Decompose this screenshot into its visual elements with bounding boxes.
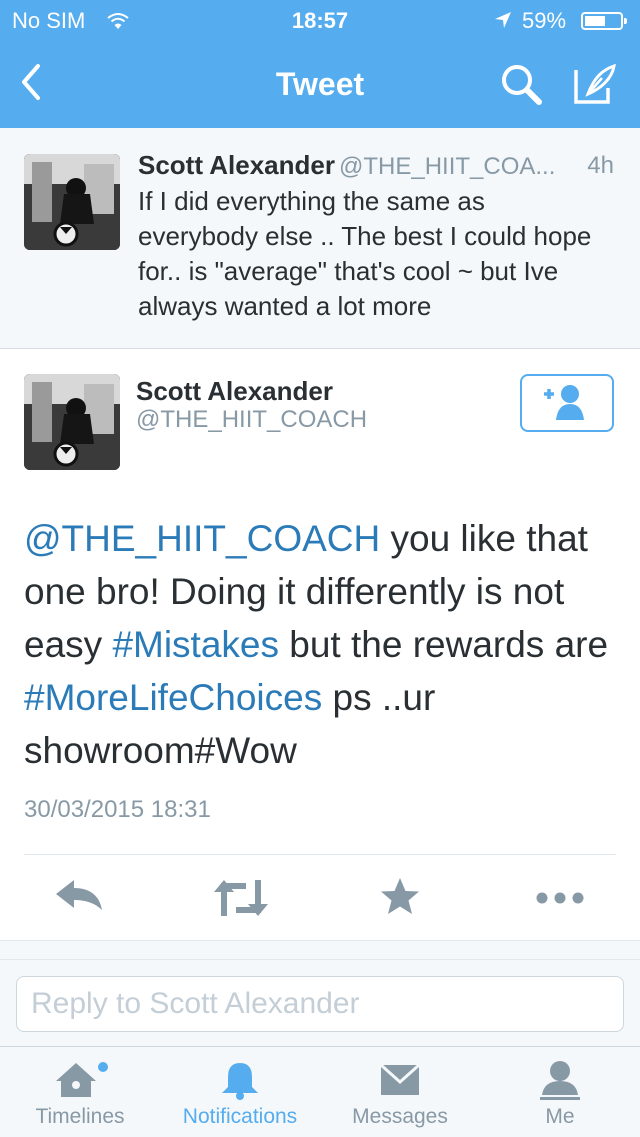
avatar[interactable]	[24, 374, 120, 470]
reply-input[interactable]	[16, 976, 624, 1032]
tab-label: Timelines	[35, 1105, 125, 1128]
tab-me[interactable]: Me	[480, 1047, 640, 1137]
previous-tweet-name: Scott Alexander	[138, 150, 335, 180]
author-name[interactable]: Scott Alexander	[136, 376, 333, 407]
tab-notifications[interactable]: Notifications	[160, 1047, 320, 1137]
header: No SIM 18:57 59% Tweet	[0, 0, 640, 128]
divider	[24, 854, 616, 855]
avatar[interactable]	[24, 154, 120, 250]
status-bar: No SIM 18:57 59%	[0, 6, 640, 36]
tab-label: Me	[545, 1105, 575, 1128]
author-handle[interactable]: @THE_HIIT_COACH	[136, 406, 367, 434]
retweet-icon[interactable]	[212, 876, 272, 924]
battery-icon	[581, 12, 627, 30]
previous-tweet-time: 4h	[587, 152, 614, 179]
hashtag-link[interactable]: #MoreLifeChoices	[24, 677, 322, 718]
previous-tweet-text: If I did everything the same as everybod…	[138, 186, 592, 321]
bell-icon	[218, 1059, 262, 1106]
tweet-timestamp: 30/03/2015 18:31	[24, 796, 211, 823]
location-arrow-icon	[493, 10, 513, 36]
battery-percent: 59%	[522, 8, 567, 33]
search-icon[interactable]	[498, 62, 546, 106]
more-options-icon[interactable]	[534, 876, 594, 924]
hashtag-link[interactable]: #Mistakes	[112, 624, 279, 665]
reply-icon[interactable]	[52, 876, 112, 924]
tab-label: Notifications	[182, 1105, 298, 1128]
tab-messages[interactable]: Messages	[320, 1047, 480, 1137]
previous-tweet-author: Scott Alexander @THE_HIIT_COA...	[138, 150, 555, 181]
tab-label: Messages	[352, 1105, 448, 1128]
tweet-text: @THE_HIIT_COACH you like that one bro! D…	[24, 512, 624, 777]
divider	[0, 959, 640, 960]
tweet-actions	[0, 862, 640, 940]
person-icon	[538, 1059, 582, 1106]
tab-timelines[interactable]: Timelines	[0, 1047, 160, 1137]
home-icon	[50, 1059, 110, 1106]
envelope-icon	[378, 1059, 422, 1106]
follow-button[interactable]	[520, 374, 614, 432]
tweet-text-part: but the rewards are	[279, 624, 609, 665]
previous-tweet-handle: @THE_HIIT_COA...	[338, 153, 556, 180]
compose-icon[interactable]	[572, 62, 618, 106]
tab-bar: Timelines Notifications Messages Me	[0, 1046, 640, 1137]
favorite-star-icon[interactable]	[378, 876, 438, 924]
mention-link[interactable]: @THE_HIIT_COACH	[24, 518, 380, 559]
